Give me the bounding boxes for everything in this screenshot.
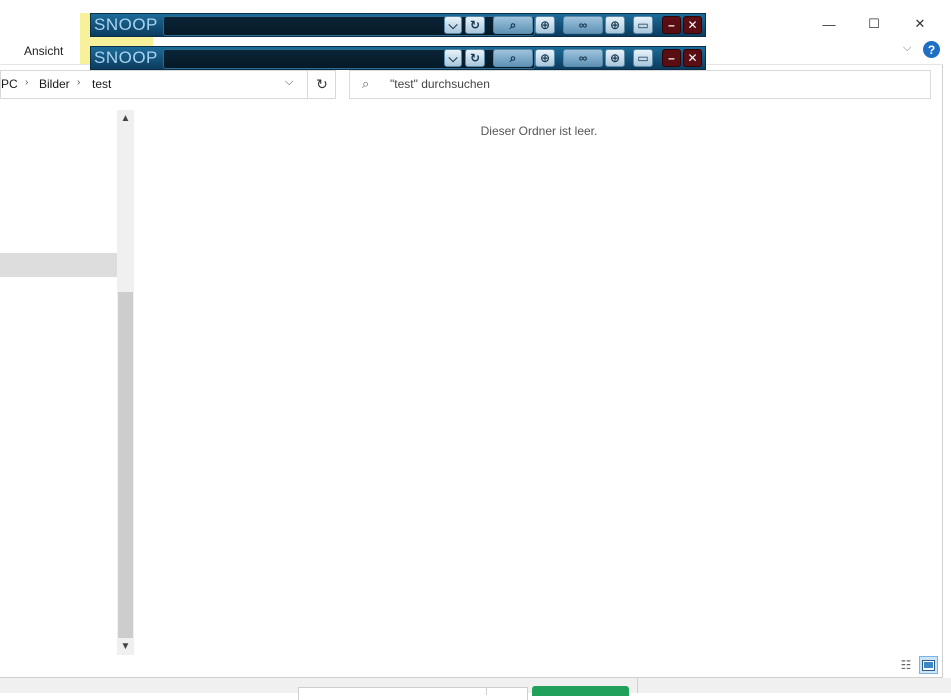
maximize-button[interactable]: ☐ [851, 9, 897, 39]
field-divider [486, 687, 487, 695]
snoop-binoculars-icon[interactable]: ∞ [563, 49, 603, 67]
breadcrumb-pc[interactable]: PC [1, 77, 18, 91]
snoop-title: SNOOP [94, 15, 158, 34]
divider-line [637, 678, 638, 693]
breadcrumb-test[interactable]: test [92, 77, 111, 91]
snoop-close-icon[interactable]: ✕ [683, 16, 702, 34]
snoop-crosshair-icon[interactable]: ⊕ [605, 49, 625, 67]
snoop-window-icon[interactable]: ▭ [633, 49, 653, 67]
filename-field[interactable] [298, 687, 528, 700]
large-icons-glyph-icon [922, 659, 935, 671]
tab-ansicht[interactable]: Ansicht [24, 44, 63, 58]
empty-folder-message: Dieser Ordner ist leer. [480, 124, 598, 138]
minimize-button[interactable]: — [806, 9, 852, 39]
snoop-minimize-icon[interactable]: – [662, 49, 681, 67]
search-icon: ⌕ [362, 76, 370, 91]
snoop-minimize-icon[interactable]: – [662, 16, 681, 34]
snoop-refresh-icon[interactable]: ↻ [465, 49, 485, 67]
snoop-toolbar[interactable]: SNOOP ⌵ ↻ ⌕ ⊕ ∞ ⊕ ▭ – ✕ [90, 46, 706, 70]
snoop-search-icon[interactable]: ⌕ [493, 16, 533, 34]
close-button[interactable]: ✕ [897, 9, 943, 39]
snoop-target-icon[interactable]: ⊕ [535, 16, 555, 34]
breadcrumb-separator-icon[interactable]: › [77, 77, 80, 88]
breadcrumb-bilder[interactable]: Bilder [39, 77, 70, 91]
snoop-refresh-icon[interactable]: ↻ [465, 16, 485, 34]
nav-item-selected[interactable] [0, 253, 117, 277]
snoop-binoculars-icon[interactable]: ∞ [563, 16, 603, 34]
explorer-window [0, 9, 943, 678]
snoop-toolbar[interactable]: SNOOP ⌵ ↻ ⌕ ⊕ ∞ ⊕ ▭ – ✕ [90, 13, 706, 37]
search-input[interactable] [390, 70, 910, 98]
nav-scrollbar-thumb[interactable] [118, 292, 133, 638]
snoop-dropdown-icon[interactable]: ⌵ [444, 16, 462, 34]
refresh-button[interactable]: ↻ [307, 71, 336, 98]
snoop-search-icon[interactable]: ⌕ [493, 49, 533, 67]
address-history-dropdown-icon[interactable]: ⌵ [285, 76, 293, 89]
snoop-window-icon[interactable]: ▭ [633, 16, 653, 34]
snoop-dropdown-icon[interactable]: ⌵ [444, 49, 462, 67]
details-view-icon[interactable]: ☷ [897, 657, 915, 673]
breadcrumb-separator-icon[interactable]: › [25, 77, 28, 88]
scroll-down-arrow-icon[interactable]: ▼ [117, 638, 134, 655]
snoop-target-icon[interactable]: ⊕ [535, 49, 555, 67]
snoop-close-icon[interactable]: ✕ [683, 49, 702, 67]
snoop-crosshair-icon[interactable]: ⊕ [605, 16, 625, 34]
large-icons-view-icon[interactable] [919, 656, 938, 674]
navigation-pane[interactable] [0, 110, 117, 655]
help-icon[interactable]: ? [923, 41, 940, 58]
snoop-title: SNOOP [94, 48, 158, 67]
scroll-up-arrow-icon[interactable]: ▲ [117, 110, 134, 127]
ok-button[interactable] [532, 686, 629, 696]
ribbon-expand-chevron-icon[interactable]: ⌵ [903, 42, 911, 55]
